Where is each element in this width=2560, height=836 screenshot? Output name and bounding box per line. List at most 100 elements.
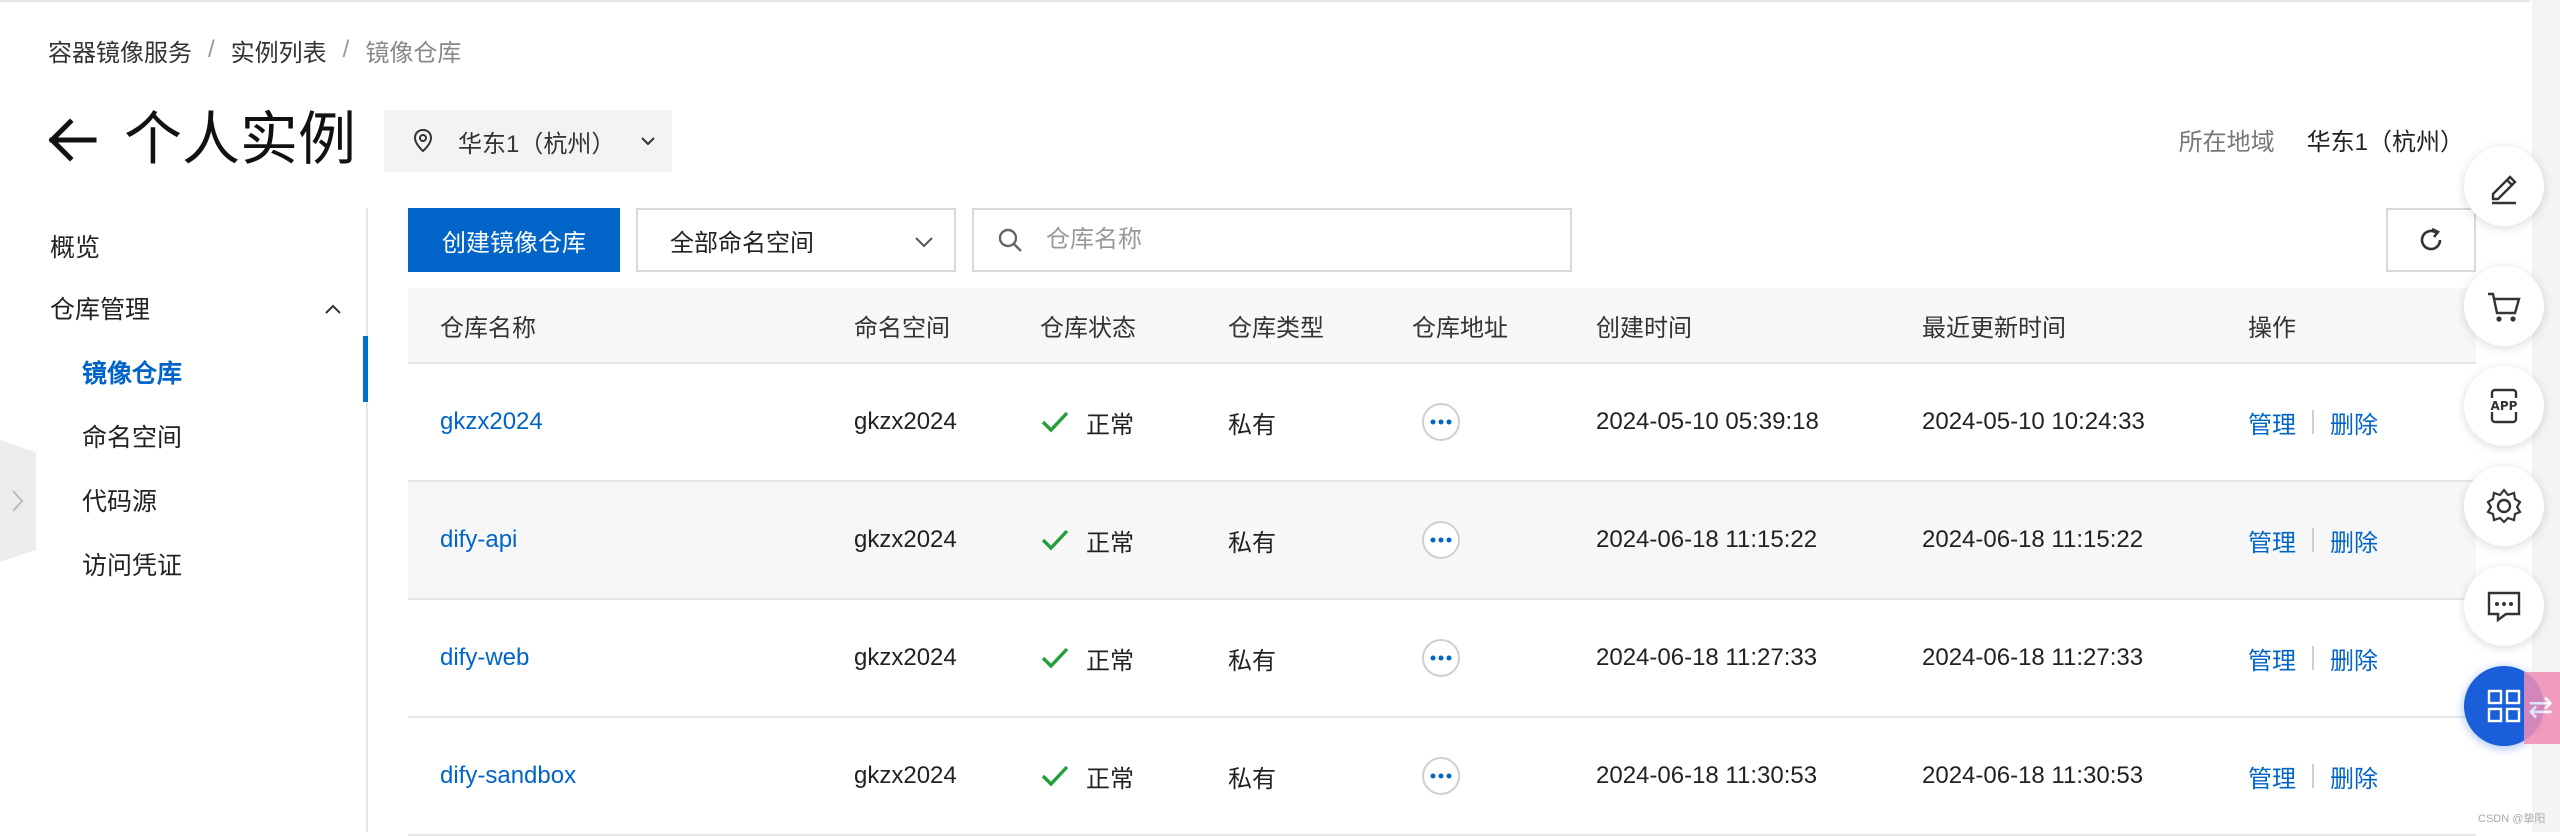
repo-actions: 管理 删除 <box>2248 718 2378 834</box>
more-dots-icon <box>1430 419 1452 425</box>
region-select-value: 华东1（杭州） <box>458 130 616 158</box>
chevron-down-icon <box>641 137 656 146</box>
repo-updated-time: 2024-05-10 10:24:33 <box>1922 408 2145 435</box>
region-label: 所在地域 <box>2178 129 2275 156</box>
region-info: 所在地域 华东1（杭州） <box>2179 122 2464 157</box>
breadcrumb-item-instances[interactable]: 实例列表 <box>231 33 327 68</box>
more-address-button[interactable] <box>1422 403 1460 441</box>
more-address-button[interactable] <box>1422 639 1460 677</box>
repo-namespace: gkzx2024 <box>854 408 957 435</box>
repo-search-box[interactable] <box>972 208 1572 272</box>
manage-link[interactable]: 管理 <box>2248 759 2296 794</box>
table-row: dify-web gkzx2024 正常 私有 2024-06-18 11:27… <box>408 600 2476 718</box>
delete-link[interactable]: 删除 <box>2330 405 2378 440</box>
edit-icon <box>2491 175 2517 205</box>
sidebar-divider <box>366 208 368 832</box>
col-header-created: 创建时间 <box>1596 314 1692 342</box>
col-header-actions: 操作 <box>2248 314 2296 342</box>
col-header-name: 仓库名称 <box>440 314 536 342</box>
repo-type: 私有 <box>1228 647 1276 675</box>
delete-link[interactable]: 删除 <box>2330 759 2378 794</box>
more-dots-icon <box>1430 537 1452 543</box>
float-edit-button[interactable] <box>2464 146 2544 226</box>
repo-name-link[interactable]: dify-sandbox <box>440 718 576 834</box>
repo-actions: 管理 删除 <box>2248 600 2378 716</box>
repo-search-input[interactable] <box>1044 225 1528 255</box>
sidebar-item-image-repos[interactable]: 镜像仓库 <box>82 354 182 394</box>
breadcrumb: 容器镜像服务 / 实例列表 / 镜像仓库 <box>48 30 461 70</box>
back-arrow-icon[interactable] <box>46 114 98 166</box>
table-row: dify-sandbox gkzx2024 正常 私有 2024-06-18 1… <box>408 718 2476 836</box>
breadcrumb-item-service[interactable]: 容器镜像服务 <box>48 33 192 68</box>
chevron-down-icon <box>915 237 933 248</box>
watermark: CSDN @挚阳 <box>2478 813 2546 825</box>
float-settings-button[interactable] <box>2464 466 2544 546</box>
more-dots-icon <box>1430 773 1452 779</box>
repo-status: 正常 <box>1040 718 1134 834</box>
repo-namespace: gkzx2024 <box>854 644 957 671</box>
delete-link[interactable]: 删除 <box>2330 641 2378 676</box>
table-row: dify-api gkzx2024 正常 私有 2024-06-18 11:15… <box>408 482 2476 600</box>
repo-type: 私有 <box>1228 529 1276 557</box>
repo-status-text: 正常 <box>1086 529 1134 557</box>
table-header: 仓库名称 命名空间 仓库状态 仓库类型 仓库地址 创建时间 最近更新时间 操作 <box>408 288 2476 364</box>
sidebar-item-code-source[interactable]: 代码源 <box>82 482 157 522</box>
manage-link[interactable]: 管理 <box>2248 641 2296 676</box>
float-app-button[interactable]: APP <box>2464 366 2544 446</box>
create-repo-button[interactable]: 创建镜像仓库 <box>408 208 620 272</box>
translate-side-tab[interactable]: ⇄ <box>2524 672 2560 744</box>
check-icon <box>1041 411 1069 433</box>
more-address-button[interactable] <box>1422 521 1460 559</box>
sidebar-item-namespaces[interactable]: 命名空间 <box>82 418 182 458</box>
location-pin-icon <box>413 128 433 153</box>
more-address-button[interactable] <box>1422 757 1460 795</box>
col-header-address: 仓库地址 <box>1412 314 1508 342</box>
search-icon <box>998 228 1022 252</box>
sidebar-group-repo-management[interactable]: 仓库管理 <box>50 290 150 330</box>
repo-name-link[interactable]: dify-api <box>440 482 517 598</box>
repo-updated-time: 2024-06-18 11:30:53 <box>1922 762 2144 789</box>
repo-created-time: 2024-05-10 05:39:18 <box>1596 408 1819 435</box>
sidebar-active-indicator <box>363 336 368 402</box>
chevron-up-icon[interactable] <box>320 296 346 322</box>
delete-link[interactable]: 删除 <box>2330 523 2378 558</box>
apps-grid-icon <box>2487 689 2521 723</box>
repo-type: 私有 <box>1228 411 1276 439</box>
check-icon <box>1041 529 1069 551</box>
col-header-type: 仓库类型 <box>1228 314 1324 342</box>
repo-address-cell <box>1412 364 1460 480</box>
app-icon-label: APP <box>2491 399 2518 413</box>
sidebar-toggle-handle[interactable] <box>0 440 36 562</box>
repo-status: 正常 <box>1040 482 1134 598</box>
manage-link[interactable]: 管理 <box>2248 523 2296 558</box>
refresh-icon <box>2420 227 2442 251</box>
action-separator <box>2312 764 2314 788</box>
repo-name-link[interactable]: gkzx2024 <box>440 364 543 480</box>
sidebar-item-access-credentials[interactable]: 访问凭证 <box>82 546 182 586</box>
repo-table: 仓库名称 命名空间 仓库状态 仓库类型 仓库地址 创建时间 最近更新时间 操作 … <box>408 288 2476 836</box>
float-cart-button[interactable] <box>2464 266 2544 346</box>
manage-link[interactable]: 管理 <box>2248 405 2296 440</box>
breadcrumb-separator: / <box>342 36 350 63</box>
repo-status-text: 正常 <box>1086 765 1134 793</box>
namespace-filter-select[interactable]: 全部命名空间 <box>636 208 956 272</box>
col-header-status: 仓库状态 <box>1040 314 1136 342</box>
repo-status-text: 正常 <box>1086 647 1134 675</box>
refresh-button[interactable] <box>2386 208 2476 272</box>
table-row: gkzx2024 gkzx2024 正常 私有 2024-05-10 05:39… <box>408 364 2476 482</box>
repo-created-time: 2024-06-18 11:15:22 <box>1596 526 1818 553</box>
top-border <box>0 0 2530 2</box>
float-chat-button[interactable] <box>2464 566 2544 646</box>
app-icon: APP <box>2488 388 2520 424</box>
repo-status-text: 正常 <box>1086 411 1134 439</box>
repo-name-link[interactable]: dify-web <box>440 600 529 716</box>
repo-namespace: gkzx2024 <box>854 526 957 553</box>
sidebar-item-overview[interactable]: 概览 <box>50 228 100 268</box>
repo-address-cell <box>1412 718 1460 834</box>
action-separator <box>2312 528 2314 552</box>
region-select[interactable]: 华东1（杭州） <box>384 110 672 172</box>
check-icon <box>1041 765 1069 787</box>
repo-namespace: gkzx2024 <box>854 762 957 789</box>
region-value: 华东1（杭州） <box>2306 129 2464 156</box>
action-separator <box>2312 646 2314 670</box>
